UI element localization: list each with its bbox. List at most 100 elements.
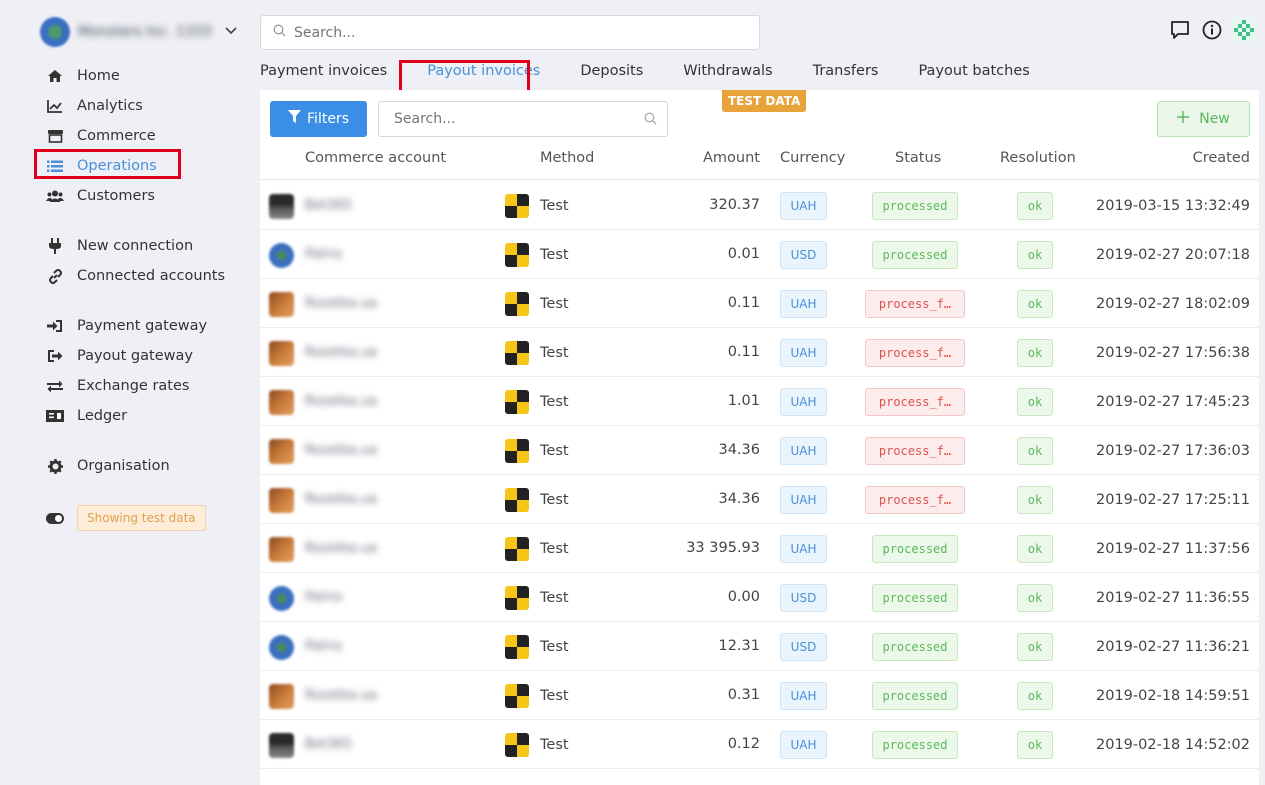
account-name[interactable]: Rozetka.ua: [305, 296, 377, 311]
sidebar-item-label: Analytics: [77, 98, 143, 114]
resolution-badge: ok: [1017, 584, 1053, 612]
sign-in-icon: [46, 317, 64, 335]
method-name: Test: [540, 688, 569, 704]
filters-button[interactable]: Filters: [270, 101, 367, 137]
col-commerce-account[interactable]: Commerce account: [305, 150, 446, 166]
plus-icon: [1177, 111, 1190, 127]
table-row[interactable]: Rozetka.ua Test 34.36 UAH process_f… ok 2019-0…: [260, 475, 1259, 524]
account-name[interactable]: Patrio: [305, 247, 342, 262]
table-row[interactable]: Rozetka.ua Test 1.01 UAH process_f… ok 2019-02…: [260, 377, 1259, 426]
table-search[interactable]: [378, 101, 668, 137]
col-method[interactable]: Method: [540, 150, 594, 166]
sidebar-item-home[interactable]: Home: [46, 61, 246, 91]
account-name[interactable]: Patrio: [305, 590, 342, 605]
table-row[interactable]: Patrio Test 12.31 USD processed ok 2019-02-27 …: [260, 622, 1259, 671]
sidebar-item-label: Operations: [77, 158, 157, 174]
currency-badge: USD: [780, 241, 827, 269]
col-amount[interactable]: Amount: [703, 150, 760, 166]
sidebar-item-operations[interactable]: Operations: [46, 151, 246, 181]
tab-withdrawals[interactable]: Withdrawals: [683, 60, 772, 88]
table-row[interactable]: Bet365 Test 320.37 UAH processed ok 2019-03-15…: [260, 181, 1259, 230]
sidebar-item-connected-accounts[interactable]: Connected accounts: [46, 261, 246, 291]
status-badge: processed: [872, 731, 958, 759]
org-switcher[interactable]: Monsters Inc. 1333: [40, 17, 238, 47]
account-avatar: [269, 684, 294, 709]
created-timestamp: 2019-02-27 18:02:09: [1096, 296, 1250, 312]
chat-icon[interactable]: [1168, 18, 1192, 42]
currency-badge: USD: [780, 633, 827, 661]
table-row[interactable]: Patrio Test 0.00 USD processed ok 2019-02-27 1…: [260, 573, 1259, 622]
tab-deposits[interactable]: Deposits: [580, 60, 643, 88]
account-name[interactable]: Rozetka.ua: [305, 492, 377, 507]
table-row[interactable]: Bet365 Test 0.12 UAH processed ok 2019-02-18 1…: [260, 720, 1259, 769]
table-row[interactable]: Rozetka.ua Test 0.11 UAH process_f… ok 2019-02…: [260, 328, 1259, 377]
col-created[interactable]: Created: [1193, 150, 1250, 166]
sidebar-item-new-connection[interactable]: New connection: [46, 231, 246, 261]
account-name[interactable]: Bet365: [305, 737, 352, 752]
resolution-badge: ok: [1017, 290, 1053, 318]
col-resolution[interactable]: Resolution: [1000, 150, 1076, 166]
account-avatar: [269, 243, 294, 268]
account-avatar: [269, 194, 294, 219]
new-button[interactable]: New: [1157, 101, 1250, 137]
sidebar-item-label: Connected accounts: [77, 268, 226, 284]
sidebar-item-analytics[interactable]: Analytics: [46, 91, 246, 121]
test-data-tag: TEST DATA: [722, 90, 807, 112]
resolution-badge: ok: [1017, 241, 1053, 269]
method-name: Test: [540, 492, 569, 508]
account-name[interactable]: Rozetka.ua: [305, 688, 377, 703]
tab-payout-batches[interactable]: Payout batches: [918, 60, 1029, 88]
test-data-badge: Showing test data: [77, 505, 206, 531]
tab-payout-invoices[interactable]: Payout invoices: [427, 60, 540, 88]
col-status[interactable]: Status: [895, 150, 941, 166]
account-name[interactable]: Bet365: [305, 198, 352, 213]
account-avatar: [269, 586, 294, 611]
search-icon: [273, 24, 286, 41]
table-search-input[interactable]: [394, 111, 634, 127]
table-row[interactable]: Patrio Test 0.01 USD processed ok 2019-02-27 2…: [260, 230, 1259, 279]
account-avatar: [269, 635, 294, 660]
sidebar-item-payment-gateway[interactable]: Payment gateway: [46, 311, 246, 341]
table-row[interactable]: Rozetka.ua Test 33 395.93 UAH processed ok 201…: [260, 524, 1259, 573]
user-avatar-icon[interactable]: [1232, 18, 1256, 42]
created-timestamp: 2019-02-27 17:25:11: [1096, 492, 1250, 508]
sidebar-item-organisation[interactable]: Organisation: [46, 451, 246, 481]
sidebar-item-payout-gateway[interactable]: Payout gateway: [46, 341, 246, 371]
table-row[interactable]: Rozetka.ua Test 34.36 UAH process_f… ok 2019-0…: [260, 426, 1259, 475]
global-search-input[interactable]: [294, 24, 734, 41]
chevron-down-icon: [224, 24, 238, 40]
amount-value: 33 395.93: [686, 540, 760, 556]
exchange-icon: [46, 377, 64, 395]
amount-value: 34.36: [718, 442, 760, 458]
account-name[interactable]: Rozetka.ua: [305, 443, 377, 458]
currency-badge: UAH: [780, 535, 827, 563]
amount-value: 0.11: [727, 295, 760, 311]
test-data-toggle[interactable]: Showing test data: [46, 503, 246, 533]
sidebar-item-label: Customers: [77, 188, 155, 204]
sidebar-item-label: Commerce: [77, 128, 156, 144]
test-method-icon: [505, 390, 529, 414]
account-name[interactable]: Rozetka.ua: [305, 345, 377, 360]
sidebar-item-customers[interactable]: Customers: [46, 181, 246, 211]
users-icon: [46, 187, 64, 205]
account-name[interactable]: Rozetka.ua: [305, 541, 377, 556]
global-search[interactable]: [260, 15, 760, 50]
created-timestamp: 2019-02-27 20:07:18: [1096, 247, 1250, 263]
resolution-badge: ok: [1017, 437, 1053, 465]
sidebar-item-exchange-rates[interactable]: Exchange rates: [46, 371, 246, 401]
col-currency[interactable]: Currency: [780, 150, 845, 166]
account-name[interactable]: Rozetka.ua: [305, 394, 377, 409]
table-row[interactable]: Rozetka.ua Test 0.31 UAH processed ok 2019-02-…: [260, 671, 1259, 720]
tab-payment-invoices[interactable]: Payment invoices: [260, 60, 387, 88]
account-name[interactable]: Patrio: [305, 639, 342, 654]
status-badge: processed: [872, 241, 958, 269]
sidebar: Monsters Inc. 1333 Home Analytics Commer…: [0, 0, 258, 785]
sidebar-item-commerce[interactable]: Commerce: [46, 121, 246, 151]
table-row[interactable]: Rozetka.ua Test 0.11 UAH process_f… ok 2019-02…: [260, 279, 1259, 328]
sidebar-item-ledger[interactable]: Ledger: [46, 401, 246, 431]
filters-label: Filters: [307, 111, 349, 127]
tab-transfers[interactable]: Transfers: [813, 60, 879, 88]
info-icon[interactable]: [1200, 18, 1224, 42]
sidebar-item-label: Exchange rates: [77, 378, 190, 394]
test-method-icon: [505, 243, 529, 267]
